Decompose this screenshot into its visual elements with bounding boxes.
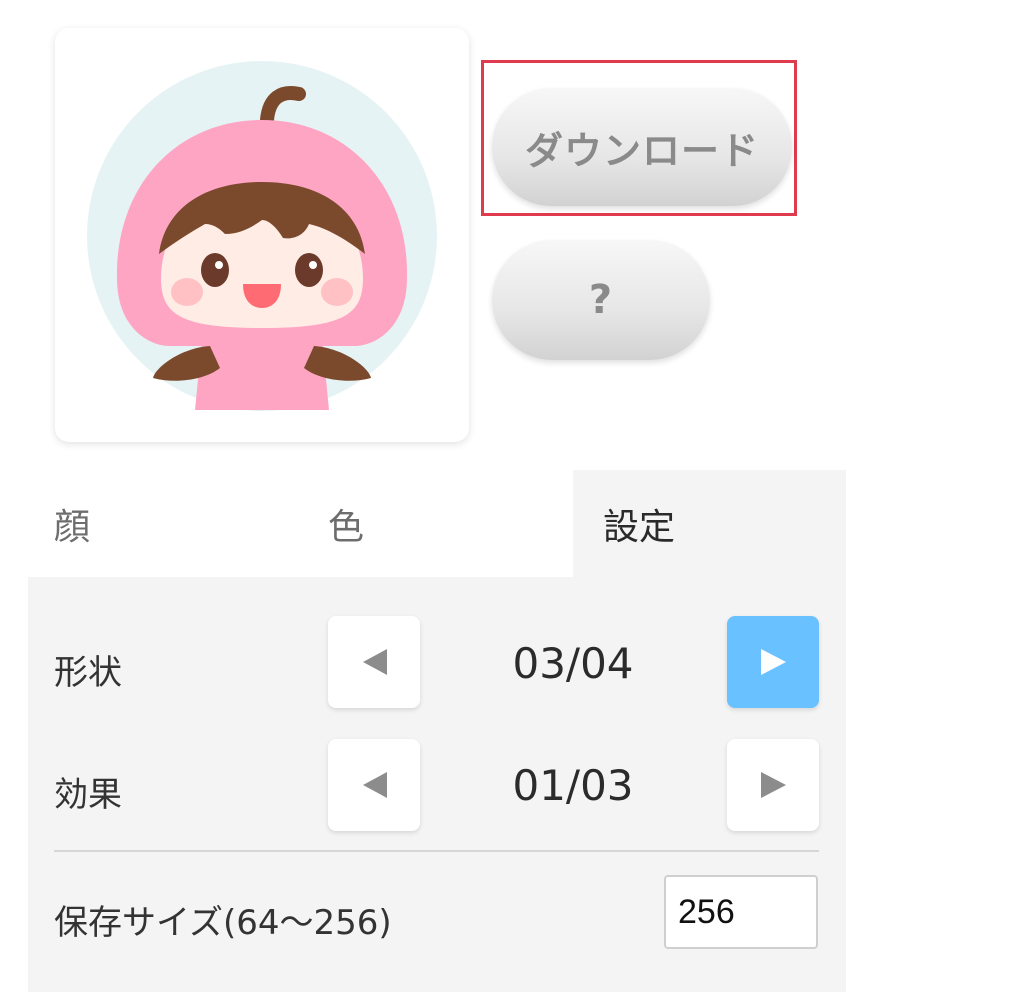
shape-next-button[interactable] — [727, 616, 819, 708]
triangle-right-icon — [761, 649, 786, 675]
avatar-illustration — [87, 61, 437, 411]
triangle-left-icon — [363, 649, 387, 675]
shape-prev-button[interactable] — [328, 616, 420, 708]
tab-color[interactable]: 色 — [328, 470, 364, 577]
tab-settings[interactable]: 設定 — [573, 470, 846, 577]
effect-next-button[interactable] — [727, 739, 819, 831]
triangle-right-icon — [761, 772, 786, 798]
save-size-input[interactable] — [664, 875, 818, 949]
triangle-left-icon — [363, 772, 387, 798]
help-button[interactable]: ? — [492, 240, 710, 360]
page: ダウンロード ? 顔 色 設定 形状 03/04 効果 01/03 保存サイズ(… — [0, 0, 1024, 992]
download-button[interactable]: ダウンロード — [492, 88, 792, 206]
effect-prev-button[interactable] — [328, 739, 420, 831]
save-size-label: 保存サイズ(64〜256) — [54, 903, 392, 943]
tab-face[interactable]: 顔 — [54, 470, 90, 577]
avatar-preview-card — [55, 28, 469, 442]
effect-label: 効果 — [54, 775, 122, 815]
shape-value: 03/04 — [512, 639, 634, 688]
tab-bar: 顔 色 設定 — [28, 470, 846, 577]
shape-label: 形状 — [54, 653, 122, 693]
effect-value: 01/03 — [512, 761, 634, 810]
settings-panel: 形状 03/04 効果 01/03 保存サイズ(64〜256) — [28, 577, 846, 992]
divider — [54, 850, 819, 852]
